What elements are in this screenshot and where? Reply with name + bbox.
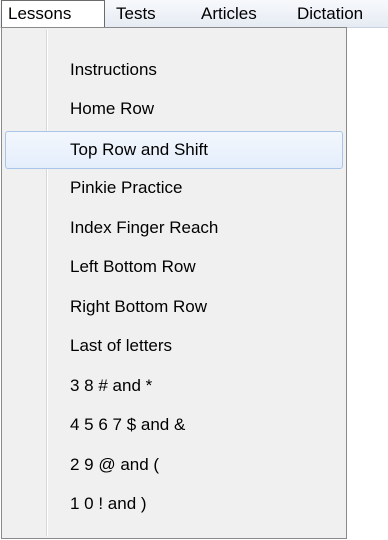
menu-articles[interactable]: Articles [201,0,281,28]
menu-item-label: Right Bottom Row [70,297,207,316]
menu-item-label: Left Bottom Row [70,257,196,276]
menu-dictation[interactable]: Dictation [297,0,388,28]
menu-item-label: Index Finger Reach [70,218,219,237]
menu-item-label: 4 5 6 7 $ and & [70,415,186,434]
menu-item-right-bottom-row[interactable]: Right Bottom Row [5,288,343,326]
menu-item-label: Home Row [70,99,155,118]
menu-item-top-row-and-shift[interactable]: Top Row and Shift [5,131,343,169]
menu-tests[interactable]: Tests [116,0,184,28]
menu-item-label: Last of letters [70,336,173,355]
menu-bar: Lessons Tests Articles Dictation [0,0,388,28]
menu-item-label: Top Row and Shift [70,140,208,159]
menu-item-label: 3 8 # and * [70,376,153,395]
menu-item-label: Instructions [70,60,157,79]
menu-item-index-finger-reach[interactable]: Index Finger Reach [5,209,343,247]
menu-item-home-row[interactable]: Home Row [5,90,343,128]
menu-item-2-9-at-paren[interactable]: 2 9 @ and ( [5,446,343,484]
menu-item-last-of-letters[interactable]: Last of letters [5,327,343,365]
lessons-dropdown-menu: Instructions Home Row Top Row and Shift … [1,27,347,539]
menu-item-label: 1 0 ! and ) [70,494,147,513]
menu-lessons[interactable]: Lessons [1,0,105,28]
menu-item-4-5-6-7-dollar-amp[interactable]: 4 5 6 7 $ and & [5,406,343,444]
menu-item-3-8-hash-star[interactable]: 3 8 # and * [5,367,343,405]
menu-item-label: 2 9 @ and ( [70,455,160,474]
menu-item-pinkie-practice[interactable]: Pinkie Practice [5,169,343,207]
menu-item-left-bottom-row[interactable]: Left Bottom Row [5,248,343,286]
menu-item-instructions[interactable]: Instructions [5,51,343,89]
menu-item-label: Pinkie Practice [70,178,183,197]
menu-item-1-0-bang-paren[interactable]: 1 0 ! and ) [5,485,343,523]
